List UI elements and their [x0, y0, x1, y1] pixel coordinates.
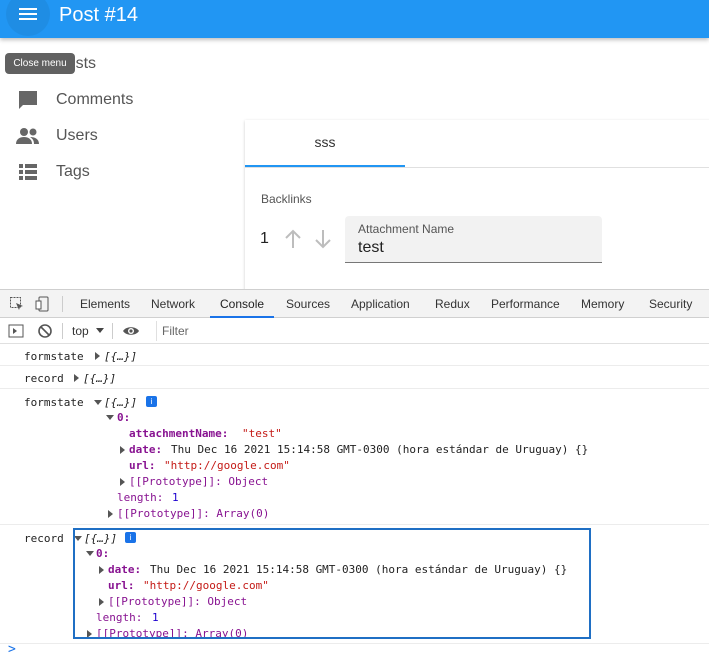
device-toolbar-icon[interactable]	[35, 296, 51, 312]
backlinks-count: 1	[260, 230, 269, 247]
prototype-entry[interactable]: [[Prototype]]: Object	[129, 475, 268, 488]
people-icon	[16, 124, 40, 148]
expand-triangle-icon[interactable]	[95, 352, 100, 360]
sidebar-toggle-icon[interactable]	[8, 323, 24, 339]
console-message[interactable]: formstate [{…}] i 0: attachmentName: "te…	[0, 389, 709, 525]
sidebar-item-label: Tags	[56, 163, 90, 180]
toolbar-divider	[112, 323, 113, 339]
prop-key: length:	[117, 491, 164, 504]
sidebar-item-label: Comments	[56, 91, 134, 108]
devtools-panel: Elements Network Console Sources Applica…	[0, 289, 709, 663]
console-message[interactable]: record [{…}]	[0, 366, 709, 389]
tab-console[interactable]: Console	[210, 290, 275, 318]
prop-value: "http://google.com"	[164, 459, 290, 472]
backlinks-label: Backlinks	[261, 192, 312, 206]
log-value[interactable]: [{…}]	[83, 372, 116, 385]
collapse-triangle-icon[interactable]	[106, 415, 114, 420]
prop-value: 1	[172, 491, 179, 504]
tab-performance[interactable]: Performance	[491, 290, 560, 318]
inspect-element-icon[interactable]	[9, 296, 25, 312]
tab-sources[interactable]: Sources	[286, 290, 330, 318]
tab-elements[interactable]: Elements	[80, 290, 130, 318]
sidebar-item-label: Users	[56, 127, 98, 144]
tab-application[interactable]: Application	[351, 290, 410, 318]
console-filter-input[interactable]	[156, 321, 709, 341]
attachment-name-field[interactable]: Attachment Name	[345, 216, 602, 263]
tab-network[interactable]: Network	[151, 290, 195, 318]
toolbar-divider	[62, 323, 63, 339]
prop-value: Thu Dec 16 2021 15:14:58 GMT-0300 (hora …	[171, 443, 589, 456]
arrow-up-icon[interactable]	[283, 228, 303, 250]
prop-key: attachmentName:	[129, 427, 229, 440]
toolbar-divider	[62, 296, 63, 312]
expand-triangle-icon[interactable]	[120, 478, 125, 486]
divider	[0, 643, 709, 644]
collapse-triangle-icon[interactable]	[94, 400, 102, 405]
expand-triangle-icon[interactable]	[120, 446, 125, 454]
context-dropdown-icon[interactable]	[96, 328, 104, 334]
console-prompt[interactable]: >	[8, 642, 16, 657]
expand-triangle-icon[interactable]	[74, 374, 79, 382]
menu-button[interactable]	[6, 0, 50, 36]
app-bar: Post #14	[0, 0, 709, 38]
post-card: sss Backlinks 1 Attachment Name	[245, 120, 709, 292]
sidebar-item-users[interactable]: Users	[16, 122, 98, 150]
comment-icon	[16, 88, 40, 112]
tab-sss[interactable]: sss	[245, 120, 405, 167]
info-icon[interactable]: i	[146, 396, 157, 407]
sidebar-item-tags[interactable]: Tags	[16, 158, 90, 186]
clear-console-icon[interactable]	[37, 323, 53, 339]
attachment-name-input[interactable]	[358, 239, 588, 257]
hamburger-menu-icon	[19, 8, 37, 20]
expand-triangle-icon[interactable]	[108, 510, 113, 518]
tab-redux[interactable]: Redux	[435, 290, 470, 318]
log-label: record	[24, 532, 64, 545]
page-title: Post #14	[59, 4, 138, 26]
log-label: formstate	[24, 350, 84, 363]
live-expression-eye-icon[interactable]	[122, 323, 140, 339]
context-select[interactable]: top	[72, 324, 89, 338]
prototype-entry[interactable]: [[Prototype]]: Array(0)	[117, 507, 269, 520]
tab-divider	[245, 167, 709, 168]
log-label: formstate	[24, 396, 84, 409]
menu-tooltip: Close menu	[5, 53, 75, 74]
console-message[interactable]: formstate [{…}]	[0, 345, 709, 366]
prop-value: "test"	[242, 427, 282, 440]
sidebar-item-comments[interactable]: Comments	[16, 86, 133, 114]
log-label: record	[24, 372, 64, 385]
prop-key: url:	[129, 459, 156, 472]
console-toolbar: top	[0, 318, 709, 344]
list-icon	[16, 160, 40, 184]
attachment-name-label: Attachment Name	[358, 222, 455, 236]
arrow-down-icon[interactable]	[313, 228, 333, 250]
log-value[interactable]: [{…}]	[104, 396, 137, 409]
tab-security[interactable]: Security	[649, 290, 692, 318]
array-index: 0:	[117, 411, 131, 424]
log-value[interactable]: [{…}]	[104, 350, 137, 363]
tab-memory[interactable]: Memory	[581, 290, 624, 318]
highlight-box	[73, 528, 591, 639]
devtools-tabbar: Elements Network Console Sources Applica…	[0, 290, 709, 318]
prop-key: date:	[129, 443, 163, 456]
